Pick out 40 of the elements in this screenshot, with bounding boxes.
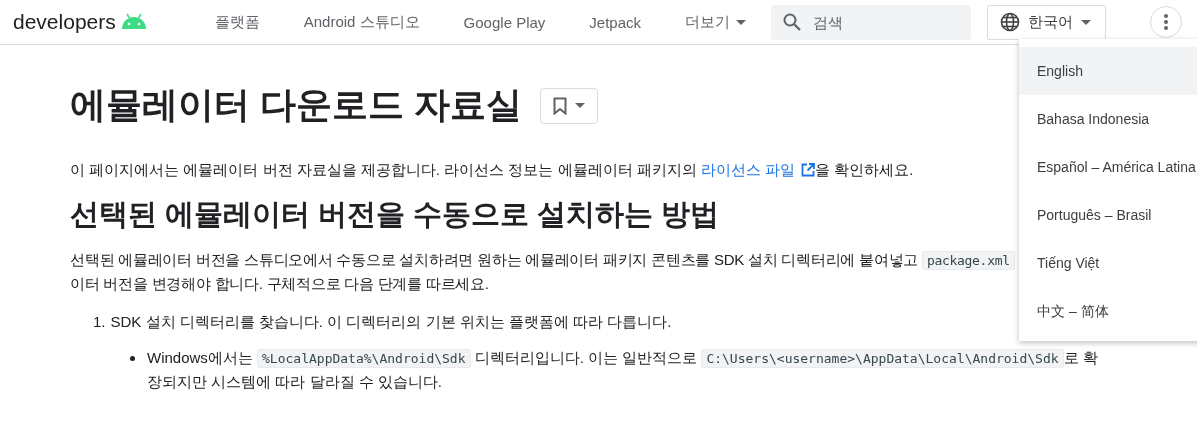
body-text: 장되지만 시스템에 따라 달라질 수 있습니다. bbox=[147, 373, 442, 390]
nav-link[interactable]: 더보기 bbox=[663, 12, 769, 32]
language-option[interactable]: English bbox=[1019, 47, 1197, 95]
body-text: 을 확인하세요. bbox=[815, 161, 914, 178]
language-option[interactable]: Bahasa Indonesia bbox=[1019, 95, 1197, 143]
caret-icon bbox=[1081, 19, 1091, 25]
more-vertical-icon bbox=[1164, 14, 1168, 30]
inline-code: %LocalAppData%\Android\Sdk bbox=[257, 349, 471, 368]
list-number: 1. bbox=[93, 312, 106, 332]
external-link-icon bbox=[801, 163, 815, 177]
language-option[interactable]: Português – Brasil bbox=[1019, 191, 1197, 239]
nav-link[interactable]: Android 스튜디오 bbox=[281, 12, 442, 32]
inline-code: package.xml bbox=[921, 251, 1015, 270]
language-button[interactable]: 한국어 bbox=[987, 4, 1106, 40]
bullet-dot bbox=[130, 356, 135, 361]
body-text: 선택된 에뮬레이터 버전을 스튜디오에서 수동으로 설치하려면 원하는 에뮬레이터 패키지 콘텐츠를 SDK 설치 디렉터리에 붙여넣고 bbox=[70, 251, 920, 268]
logo-text[interactable]: developers bbox=[13, 10, 116, 34]
bookmark-button[interactable] bbox=[540, 87, 598, 124]
body-text: 로 확 bbox=[1063, 349, 1098, 366]
more-options-button[interactable] bbox=[1150, 6, 1182, 38]
nav-link[interactable]: 플랫폼 bbox=[192, 12, 282, 32]
android-logo-icon bbox=[120, 13, 147, 29]
search-field[interactable]: 검색 bbox=[771, 4, 971, 40]
body-text: 이터 버전을 변경해야 합니다. 구체적으로 다음 단계를 따르세요. bbox=[70, 275, 489, 292]
page-title: 에뮬레이터 다운로드 자료실 bbox=[70, 83, 522, 127]
nav-link[interactable]: Jetpack bbox=[567, 12, 664, 32]
caret-icon bbox=[575, 103, 585, 108]
language-option[interactable]: Español – América Latina bbox=[1019, 143, 1197, 191]
language-option[interactable]: 中文 – 简体 bbox=[1019, 287, 1197, 335]
license-link[interactable]: 라이선스 파일 bbox=[700, 161, 815, 178]
body-text: Windows에서는 bbox=[147, 349, 254, 366]
language-option[interactable]: Tiếng Việt bbox=[1019, 239, 1197, 287]
globe-icon bbox=[1000, 12, 1020, 32]
bookmark-icon bbox=[553, 96, 567, 115]
nav-link[interactable]: Google Play bbox=[441, 12, 568, 32]
body-text: 이 페이지에서는 에뮬레이터 버전 자료실을 제공합니다. 라이선스 정보는 에뮬레이터 패키지의 bbox=[70, 161, 698, 178]
inline-code: C:\Users\<username>\AppData\Local\Android\Sdk bbox=[701, 349, 1064, 368]
body-text: SDK 설치 디렉터리를 찾습니다. 이 디렉터리의 기본 위치는 플랫폼에 따라 다릅니다. bbox=[110, 312, 672, 332]
section-heading: 선택된 에뮬레이터 버전을 수동으로 설치하는 방법 bbox=[70, 197, 720, 232]
body-text: 디렉터리입니다. 이는 일반적으로 bbox=[473, 349, 699, 366]
